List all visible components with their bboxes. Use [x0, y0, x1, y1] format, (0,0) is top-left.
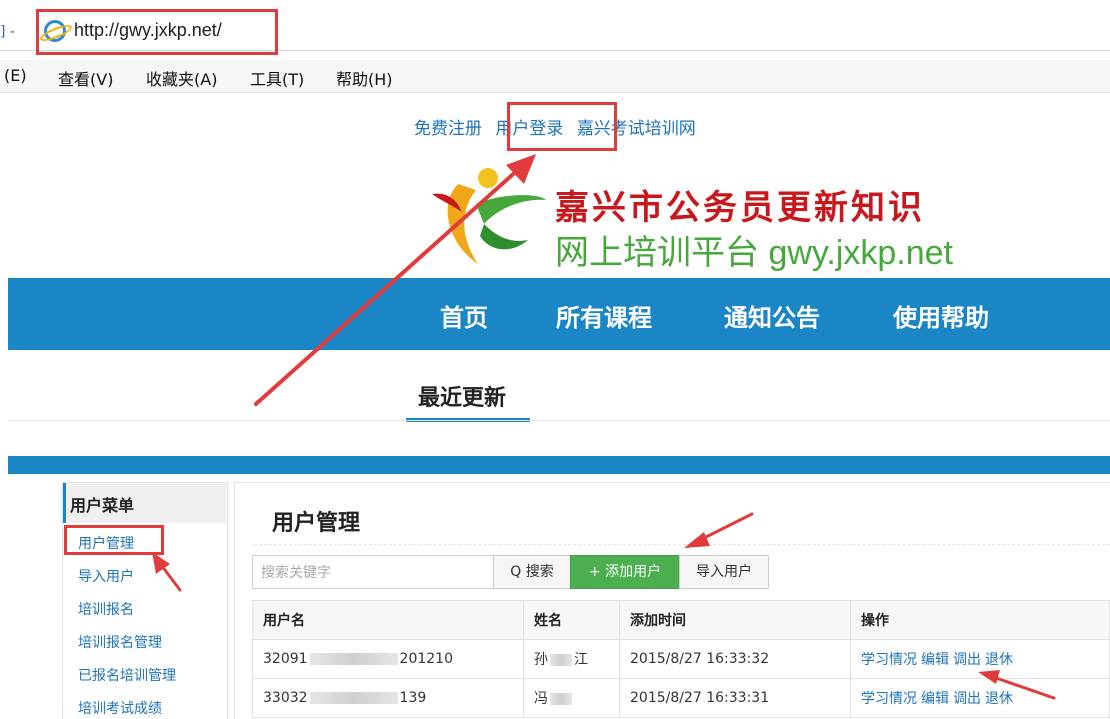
menu-tools[interactable]: 工具(T)	[250, 66, 304, 90]
menu-view[interactable]: 查看(V)	[58, 66, 113, 90]
menu-help[interactable]: 帮助(H)	[336, 66, 393, 90]
retire-link[interactable]: 退休	[985, 691, 1013, 707]
nav-home[interactable]: 首页	[440, 298, 488, 333]
user-management-highlight-box	[64, 525, 164, 555]
logo-title: 嘉兴市公务员更新知识	[555, 188, 925, 228]
redacted-block	[550, 654, 572, 666]
site-logo-icon	[432, 168, 546, 264]
username-cell: 32091 201210	[252, 639, 524, 679]
redacted-block	[309, 692, 398, 704]
col-name: 姓名	[523, 600, 620, 640]
actions-cell: 学习情况 编辑 调出 退休	[850, 639, 1110, 679]
nav-help[interactable]: 使用帮助	[893, 298, 989, 333]
add-user-button[interactable]: + 添加用户	[570, 555, 680, 589]
page-title: 用户管理	[272, 511, 361, 536]
sidebar-item-import-users[interactable]: 导入用户	[78, 566, 134, 586]
menu-favorites[interactable]: 收藏夹(A)	[146, 66, 217, 90]
table-row: 33032 139 冯 2015/8/27 16:33:31 学习情况 编辑 调出 退休	[252, 678, 1110, 718]
back-forward-dropdown[interactable]: ] -	[0, 24, 15, 40]
username-cell: 33032 139	[252, 678, 524, 718]
transfer-out-link[interactable]: 调出	[953, 691, 981, 707]
redacted-block	[309, 653, 398, 665]
study-status-link[interactable]: 学习情况	[861, 652, 917, 668]
tab-recent-updates-label: 最近更新	[418, 386, 507, 411]
logo-subtitle: 网上培训平台 gwy.jxkp.net	[555, 234, 954, 272]
name-cell: 冯	[523, 678, 620, 718]
login-highlight-box	[507, 102, 617, 151]
nav-all-courses[interactable]: 所有课程	[556, 298, 652, 333]
divider	[8, 420, 1110, 421]
study-status-link[interactable]: 学习情况	[861, 691, 917, 707]
transfer-out-link[interactable]: 调出	[953, 652, 981, 668]
menu-edit[interactable]: (E)	[4, 66, 27, 85]
search-input[interactable]	[252, 555, 494, 589]
edit-link[interactable]: 编辑	[921, 652, 949, 668]
sidebar-item-enrolled-management[interactable]: 已报名培训管理	[78, 665, 176, 685]
search-button[interactable]: Q 搜索	[493, 555, 571, 589]
added-time-cell: 2015/8/27 16:33:31	[619, 678, 851, 718]
col-added-time: 添加时间	[619, 600, 851, 640]
admin-header-bar	[8, 456, 1110, 474]
sidebar-item-exam-scores[interactable]: 培训考试成绩	[78, 698, 162, 718]
retire-link[interactable]: 退休	[985, 652, 1013, 668]
name-cell: 孙江	[523, 639, 620, 679]
sidebar-item-signup-management[interactable]: 培训报名管理	[78, 632, 162, 652]
table-header-row: 用户名 姓名 添加时间 操作	[252, 600, 1110, 640]
table-row: 32091 201210 孙江 2015/8/27 16:33:32 学习情况 编辑…	[252, 639, 1110, 679]
added-time-cell: 2015/8/27 16:33:32	[619, 639, 851, 679]
url-highlight-box	[36, 9, 278, 55]
nav-notices[interactable]: 通知公告	[724, 298, 820, 333]
redacted-block	[550, 693, 572, 705]
col-actions: 操作	[850, 600, 1110, 640]
edit-link[interactable]: 编辑	[921, 691, 949, 707]
user-table: 用户名 姓名 添加时间 操作 32091 201210 孙江 2015/8/27 …	[252, 600, 1110, 718]
sidebar-title: 用户菜单	[70, 496, 135, 515]
col-username: 用户名	[252, 600, 524, 640]
dashed-divider	[254, 544, 1110, 545]
sidebar-item-training-signup[interactable]: 培训报名	[78, 599, 134, 619]
register-link[interactable]: 免费注册	[414, 119, 482, 139]
import-users-button[interactable]: 导入用户	[679, 555, 769, 589]
actions-cell: 学习情况 编辑 调出 退休	[850, 678, 1110, 718]
